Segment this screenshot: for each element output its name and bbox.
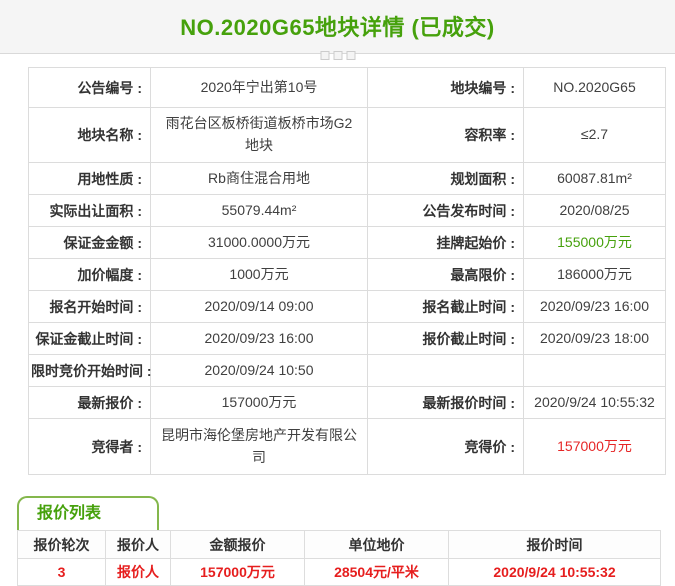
quote-header-row: 报价轮次 报价人 金额报价 单位地价 报价时间 bbox=[17, 530, 661, 559]
detail-value: 2020/09/23 18:00 bbox=[523, 322, 666, 355]
detail-value: 55079.44m² bbox=[150, 194, 368, 227]
detail-value: 186000万元 bbox=[523, 258, 666, 291]
detail-value: Rb商住混合用地 bbox=[150, 162, 368, 195]
detail-value-winner: 昆明市海伦堡房地产开发有限公司 bbox=[150, 418, 368, 475]
detail-label: 公告发布时间 : bbox=[367, 194, 524, 227]
page-title: NO.2020G65地块详情 (已成交) bbox=[180, 15, 495, 40]
detail-label: 公告编号 : bbox=[28, 67, 151, 108]
detail-label: 限时竞价开始时间 : bbox=[28, 354, 152, 387]
table-row: 报名开始时间 : 2020/09/14 09:00 报名截止时间 : 2020/… bbox=[28, 290, 666, 323]
quote-amount: 157000万元 bbox=[170, 558, 305, 586]
detail-value: 60087.81m² bbox=[523, 162, 666, 195]
column-header: 单位地价 bbox=[304, 530, 449, 559]
detail-value: NO.2020G65 bbox=[523, 67, 666, 108]
detail-value: 157000万元 bbox=[150, 386, 368, 419]
detail-label: 地块名称 : bbox=[28, 107, 151, 163]
detail-value: 雨花台区板桥街道板桥市场G2地块 bbox=[150, 107, 368, 163]
quote-time: 2020/9/24 10:55:32 bbox=[448, 558, 661, 586]
detail-label bbox=[367, 354, 524, 387]
detail-label: 挂牌起始价 : bbox=[367, 226, 524, 259]
detail-label: 报名截止时间 : bbox=[367, 290, 524, 323]
table-row: 加价幅度 : 1000万元 最高限价 : 186000万元 bbox=[28, 258, 666, 291]
detail-label: 地块编号 : bbox=[367, 67, 524, 108]
table-row: 保证金截止时间 : 2020/09/23 16:00 报价截止时间 : 2020… bbox=[28, 322, 666, 355]
table-row: 保证金金额 : 31000.0000万元 挂牌起始价 : 155000万元 bbox=[28, 226, 666, 259]
land-details-table: 公告编号 : 2020年宁出第10号 地块编号 : NO.2020G65 地块名… bbox=[28, 67, 666, 475]
quote-bidder: 报价人 bbox=[105, 558, 171, 586]
table-row: 用地性质 : Rb商住混合用地 规划面积 : 60087.81m² bbox=[28, 162, 666, 195]
detail-label: 保证金金额 : bbox=[28, 226, 151, 259]
table-row: 实际出让面积 : 55079.44m² 公告发布时间 : 2020/08/25 bbox=[28, 194, 666, 227]
tab-quote-list[interactable]: 报价列表 bbox=[17, 496, 159, 530]
detail-value: ≤2.7 bbox=[523, 107, 666, 163]
column-header: 报价时间 bbox=[448, 530, 661, 559]
quote-list-table: 报价轮次 报价人 金额报价 单位地价 报价时间 3 报价人 157000万元 2… bbox=[17, 530, 661, 586]
column-header: 报价人 bbox=[105, 530, 171, 559]
table-row: 地块名称 : 雨花台区板桥街道板桥市场G2地块 容积率 : ≤2.7 bbox=[28, 107, 666, 163]
divider-squares-icon bbox=[320, 51, 355, 60]
table-row: 限时竞价开始时间 : 2020/09/24 10:50 bbox=[28, 354, 666, 387]
table-row: 最新报价 : 157000万元 最新报价时间 : 2020/9/24 10:55… bbox=[28, 386, 666, 419]
table-row: 公告编号 : 2020年宁出第10号 地块编号 : NO.2020G65 bbox=[28, 67, 666, 108]
quote-row: 3 报价人 157000万元 28504元/平米 2020/9/24 10:55… bbox=[17, 558, 661, 586]
detail-value: 2020/08/25 bbox=[523, 194, 666, 227]
table-row: 竞得者 : 昆明市海伦堡房地产开发有限公司 竞得价 : 157000万元 bbox=[28, 418, 666, 475]
detail-value-final-price: 157000万元 bbox=[523, 418, 666, 475]
quote-unit-price: 28504元/平米 bbox=[304, 558, 449, 586]
detail-value-starting-price: 155000万元 bbox=[523, 226, 666, 259]
detail-label: 规划面积 : bbox=[367, 162, 524, 195]
detail-value: 2020/9/24 10:55:32 bbox=[523, 386, 666, 419]
detail-value: 2020/09/23 16:00 bbox=[523, 290, 666, 323]
detail-label: 最高限价 : bbox=[367, 258, 524, 291]
detail-label: 最新报价 : bbox=[28, 386, 151, 419]
detail-value: 1000万元 bbox=[150, 258, 368, 291]
square-icon bbox=[320, 51, 329, 60]
detail-value: 2020/09/14 09:00 bbox=[150, 290, 368, 323]
square-icon bbox=[333, 51, 342, 60]
detail-label: 报价截止时间 : bbox=[367, 322, 524, 355]
square-icon bbox=[346, 51, 355, 60]
detail-value bbox=[523, 354, 666, 387]
detail-label: 最新报价时间 : bbox=[367, 386, 524, 419]
column-header: 报价轮次 bbox=[17, 530, 106, 559]
column-header: 金额报价 bbox=[170, 530, 305, 559]
detail-label: 加价幅度 : bbox=[28, 258, 151, 291]
detail-value: 2020/09/24 10:50 bbox=[150, 354, 368, 387]
quote-round: 3 bbox=[17, 558, 106, 586]
detail-value: 2020/09/23 16:00 bbox=[150, 322, 368, 355]
detail-value: 31000.0000万元 bbox=[150, 226, 368, 259]
detail-label: 容积率 : bbox=[367, 107, 524, 163]
detail-value: 2020年宁出第10号 bbox=[150, 67, 368, 108]
detail-label: 报名开始时间 : bbox=[28, 290, 151, 323]
detail-label: 保证金截止时间 : bbox=[28, 322, 151, 355]
detail-label: 实际出让面积 : bbox=[28, 194, 151, 227]
detail-label: 用地性质 : bbox=[28, 162, 151, 195]
land-detail-page: NO.2020G65地块详情 (已成交) 公告编号 : 2020年宁出第10号 … bbox=[0, 0, 675, 586]
detail-label: 竞得价 : bbox=[367, 418, 524, 475]
page-header: NO.2020G65地块详情 (已成交) bbox=[0, 0, 675, 60]
detail-label: 竞得者 : bbox=[28, 418, 151, 475]
